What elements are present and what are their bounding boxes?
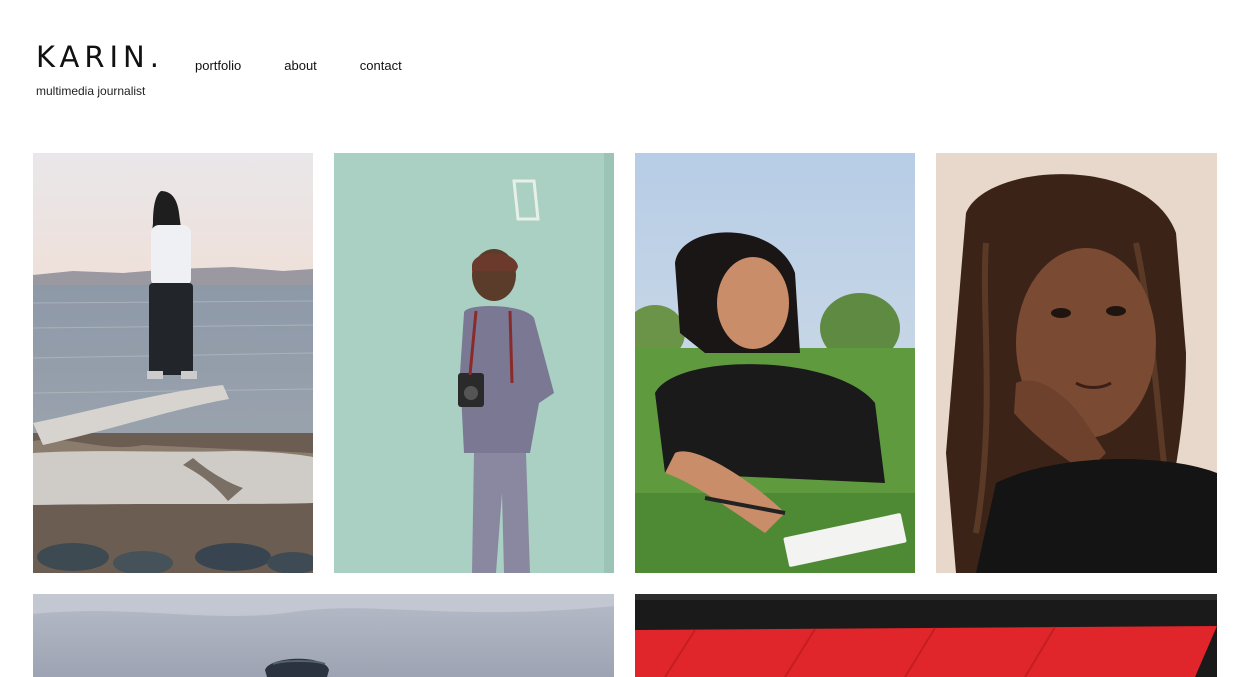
- photo-man-cap-sky[interactable]: [33, 594, 614, 677]
- photo-man-camera[interactable]: [334, 153, 614, 573]
- photo-portrait-braids[interactable]: [936, 153, 1217, 573]
- site-tagline: multimedia journalist: [36, 84, 146, 98]
- site-logo[interactable]: KARIN.: [36, 40, 164, 74]
- nav-portfolio[interactable]: portfolio: [195, 58, 241, 73]
- photo-beach-driftwood[interactable]: [33, 153, 313, 573]
- main-nav: portfolio about contact: [195, 58, 445, 73]
- nav-contact[interactable]: contact: [360, 58, 402, 73]
- photo-woman-grass[interactable]: [635, 153, 915, 573]
- nav-about[interactable]: about: [284, 58, 317, 73]
- photo-red-graphic[interactable]: [635, 594, 1217, 677]
